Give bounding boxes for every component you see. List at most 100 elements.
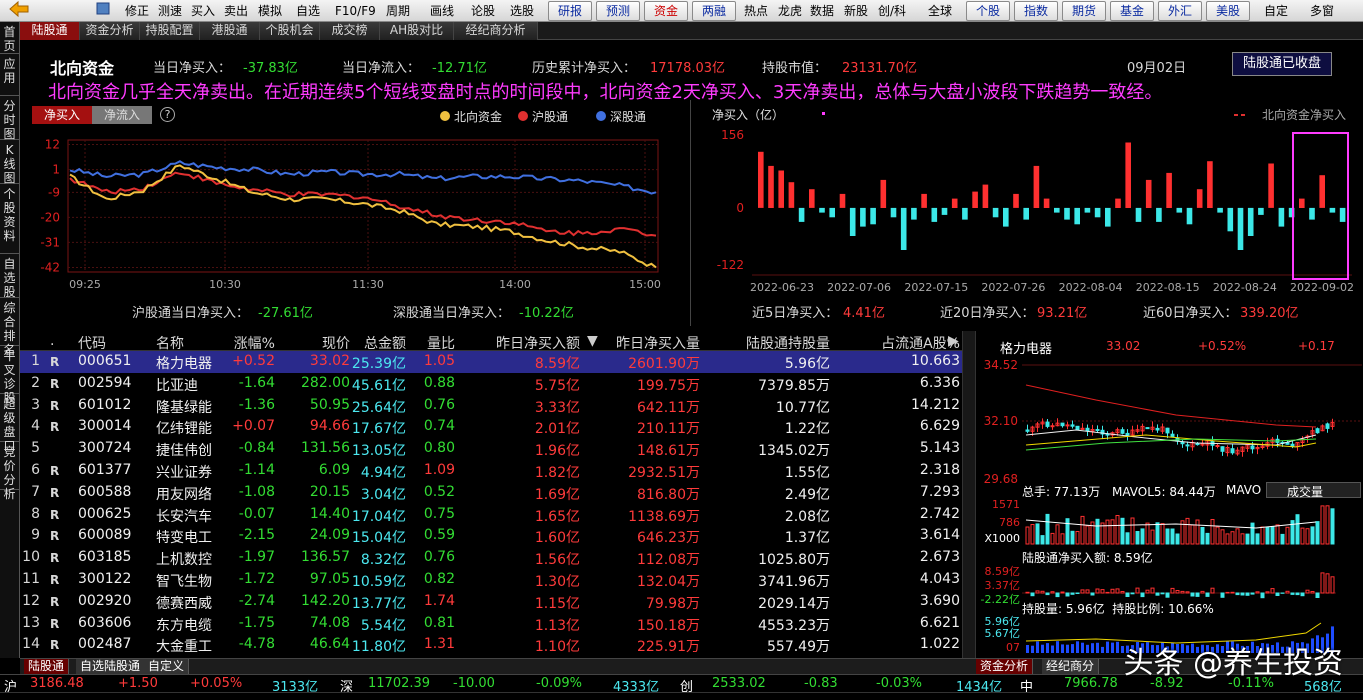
toolbar-btn-6[interactable]: F10/F9 xyxy=(335,0,376,22)
toolbar-btn-9[interactable]: 论股 xyxy=(471,0,495,22)
table-row[interactable]: 13 R 603606 东方电缆 -1.75 74.08 5.54亿 0.81 1.13亿 150… xyxy=(20,613,962,635)
sidebar-item-9[interactable]: 竞价分析 xyxy=(0,442,19,501)
table-row[interactable]: 8 R 000625 长安汽车 -0.07 14.40 17.04亿 0.75 1.65亿 113… xyxy=(20,504,962,526)
col-header-10[interactable]: 占流通A股% xyxy=(850,333,960,353)
toolbar-nav-2[interactable]: 资金 xyxy=(644,1,688,21)
bottom-tab-1[interactable]: 自选陆股通 xyxy=(76,659,146,675)
sidebar-item-2[interactable]: 分时图 xyxy=(0,96,19,141)
table-row[interactable]: 11 R 300122 智飞生物 -1.72 97.05 10.59亿 0.82 1.30亿 13… xyxy=(20,569,962,591)
vol-bar xyxy=(1285,526,1290,545)
nb-bar xyxy=(1230,591,1235,594)
table-row[interactable]: 14 R 002487 大金重工 -4.78 46.64 11.80亿 1.31 1.10亿 22… xyxy=(20,634,962,656)
sidebar-item-0[interactable]: 首页 xyxy=(0,22,19,54)
table-row[interactable]: 2 R 002594 比亚迪 -1.64 282.00 45.61亿 0.88 5.75亿 199… xyxy=(20,373,962,395)
table-row[interactable]: 3 R 601012 隆基绿能 -1.36 50.95 25.64亿 0.76 3.33亿 642… xyxy=(20,395,962,417)
back-arrow-icon[interactable] xyxy=(6,0,32,22)
toolbar-btn2-2[interactable]: 数据 xyxy=(810,0,834,22)
tab-0[interactable]: 陆股通 xyxy=(20,22,80,40)
toolbar-nav2-4[interactable]: 外汇 xyxy=(1158,1,1202,21)
sidebar-item-3[interactable]: K线图 xyxy=(0,140,19,185)
col-header-7[interactable]: 昨日净买入额 xyxy=(470,333,580,353)
table-row[interactable]: 5 300724 捷佳伟创 -0.84 131.56 13.05亿 0.80 1.96亿 148… xyxy=(20,438,962,460)
sidebar-item-5[interactable]: 自选股 xyxy=(0,254,19,299)
tab-3[interactable]: 港股通 xyxy=(200,22,260,40)
tab-4[interactable]: 个股机会 xyxy=(260,22,320,40)
sidebar-item-6[interactable]: 综合排名 xyxy=(0,298,19,357)
toolbar-nav2-0[interactable]: 个股 xyxy=(966,1,1010,21)
toolbar-nav-1[interactable]: 预测 xyxy=(596,1,640,21)
col-header-1[interactable]: 代码 xyxy=(78,333,106,353)
tab-1[interactable]: 资金分析 xyxy=(80,22,140,40)
sidebar-item-8[interactable]: 超级盘口 xyxy=(0,394,19,453)
line-ytick-3: -20 xyxy=(40,210,60,224)
right-bottom-tab-0[interactable]: 资金分析 xyxy=(976,659,1034,675)
col-header-0[interactable]: . xyxy=(50,333,54,349)
toolbar-btn-7[interactable]: 周期 xyxy=(386,0,410,22)
table-row[interactable]: 6 R 601377 兴业证券 -1.14 6.09 4.94亿 1.09 1.82亿 2932.… xyxy=(20,460,962,482)
toolbar-btn-3[interactable]: 卖出 xyxy=(224,0,248,22)
col-header-9[interactable]: 陆股通持股量 xyxy=(720,333,830,353)
toolbar-btn2-1[interactable]: 龙虎 xyxy=(778,0,802,22)
toolbar-nav2-1[interactable]: 指数 xyxy=(1014,1,1058,21)
bottom-tab-0[interactable]: 陆股通 xyxy=(24,659,70,675)
tab-5[interactable]: 成交榜 xyxy=(320,22,380,40)
toolbar-btn-8[interactable]: 画线 xyxy=(430,0,454,22)
toolbar-btn-10[interactable]: 选股 xyxy=(510,0,534,22)
scroll-right-icon[interactable]: ▶ xyxy=(948,333,959,349)
toolbar-btn2-3[interactable]: 新股 xyxy=(844,0,868,22)
net-inflow-toggle[interactable]: 净流入 xyxy=(92,106,152,124)
toolbar-nav-3[interactable]: 两融 xyxy=(692,1,736,21)
sidebar-item-4[interactable]: 个股资料 xyxy=(0,184,19,254)
bottom-tab-2[interactable]: 自定义 xyxy=(144,659,190,675)
home-icon[interactable] xyxy=(92,0,114,22)
table-row[interactable]: 10 R 603185 上机数控 -1.97 136.57 8.32亿 0.76 1.56亿 11… xyxy=(20,547,962,569)
table-row[interactable]: 9 R 600089 特变电工 -2.15 24.09 15.04亿 0.59 1.60亿 646… xyxy=(20,525,962,547)
toolbar-btn2-0[interactable]: 热点 xyxy=(744,0,768,22)
holding-qty: 持股量: 5.96亿 xyxy=(1022,602,1105,616)
tab-2[interactable]: 持股配置 xyxy=(140,22,200,40)
toolbar-btn2-4[interactable]: 创/科 xyxy=(878,0,906,22)
toolbar-btn-5[interactable]: 自选 xyxy=(296,0,320,22)
nb-bar xyxy=(1305,589,1310,594)
help-icon[interactable]: ? xyxy=(160,107,175,122)
toolbar-btn-0[interactable]: 修正 xyxy=(125,0,149,22)
table-row[interactable]: 12 R 002920 德赛西威 -2.74 142.20 13.77亿 1.74 1.15亿 7… xyxy=(20,591,962,613)
line-xtick-2: 11:30 xyxy=(352,278,384,291)
col-header-8[interactable]: 昨日净买入量 xyxy=(590,333,700,353)
nb-bar xyxy=(1185,591,1190,594)
net-buy-toggle[interactable]: 净买入 xyxy=(32,106,92,124)
toolbar-nav2-5[interactable]: 美股 xyxy=(1206,1,1250,21)
toolbar-nav2-2[interactable]: 期货 xyxy=(1062,1,1106,21)
vol-bar xyxy=(1155,522,1160,545)
k-candle xyxy=(1230,448,1235,454)
toolbar-nav-0[interactable]: 研报 xyxy=(548,1,592,21)
cell-nb_vol: 1138.69万 xyxy=(628,508,700,525)
table-row[interactable]: 7 R 600588 用友网络 -1.08 20.15 3.04亿 0.52 1.69亿 816.… xyxy=(20,482,962,504)
toolbar-btn2-5[interactable]: 全球 xyxy=(928,0,952,22)
toolbar-btn3-1[interactable]: 多窗 xyxy=(1310,0,1334,22)
sidebar-item-7[interactable]: 牛叉诊股 xyxy=(0,346,19,405)
hold-bar xyxy=(1071,644,1074,653)
sidebar-item-1[interactable]: 应用 xyxy=(0,54,19,96)
toolbar-btn3-0[interactable]: 自定 xyxy=(1264,0,1288,22)
toolbar-btn-1[interactable]: 测速 xyxy=(158,0,182,22)
table-row[interactable]: 4 R 300014 亿纬锂能 +0.07 94.66 17.67亿 0.74 2.01亿 210… xyxy=(20,416,962,438)
nb-bar xyxy=(1225,591,1230,594)
tab-6[interactable]: AH股对比 xyxy=(380,22,454,40)
toolbar-btn-2[interactable]: 买入 xyxy=(191,0,215,22)
right-bottom-tab-1[interactable]: 经纪商分 xyxy=(1042,659,1100,675)
indicator-select[interactable]: 成交量 xyxy=(1266,482,1361,499)
bar-24 xyxy=(1003,207,1009,227)
market-closed-button[interactable]: 陆股通已收盘 xyxy=(1232,52,1332,76)
table-row[interactable]: 1 R 000651 格力电器 +0.52 33.02 25.39亿 1.05 8.59亿 260… xyxy=(20,351,962,373)
bar-41 xyxy=(1176,207,1183,213)
bar-18 xyxy=(941,207,948,215)
tab-7[interactable]: 经纪商分析 xyxy=(454,22,538,40)
table-scrollbar[interactable] xyxy=(962,331,975,658)
toolbar-nav2-3[interactable]: 基金 xyxy=(1110,1,1154,21)
cell-hold: 1025.80万 xyxy=(758,552,830,569)
col-header-6[interactable]: 量比 xyxy=(345,333,455,353)
nb-bar xyxy=(1285,590,1290,594)
nb-bar xyxy=(1175,590,1180,594)
toolbar-btn-4[interactable]: 模拟 xyxy=(258,0,282,22)
